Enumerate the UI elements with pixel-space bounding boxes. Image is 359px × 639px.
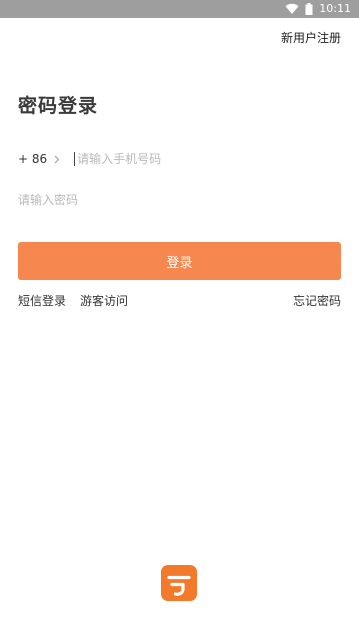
page-title: 密码登录 bbox=[18, 95, 99, 117]
status-bar: 10:11 bbox=[0, 0, 359, 18]
phone-number-input[interactable] bbox=[74, 152, 318, 166]
country-code-selector[interactable]: + 86 bbox=[18, 152, 47, 166]
bottom-links: 短信登录 游客访问 忘记密码 bbox=[18, 292, 341, 308]
app-logo bbox=[161, 565, 197, 601]
login-button[interactable]: 登录 bbox=[18, 242, 341, 280]
password-input[interactable] bbox=[18, 192, 338, 208]
app-logo-icon bbox=[167, 575, 191, 596]
register-link[interactable]: 新用户注册 bbox=[281, 29, 341, 46]
status-time: 10:11 bbox=[319, 2, 351, 15]
battery-icon bbox=[305, 3, 313, 15]
forgot-password-link[interactable]: 忘记密码 bbox=[293, 292, 341, 309]
phone-row: + 86 bbox=[18, 148, 341, 170]
guest-visit-link[interactable]: 游客访问 bbox=[80, 292, 128, 309]
chevron-right-icon[interactable] bbox=[54, 155, 60, 164]
sms-login-link[interactable]: 短信登录 bbox=[18, 292, 66, 309]
wifi-icon bbox=[285, 3, 299, 15]
status-icons: 10:11 bbox=[285, 0, 351, 18]
